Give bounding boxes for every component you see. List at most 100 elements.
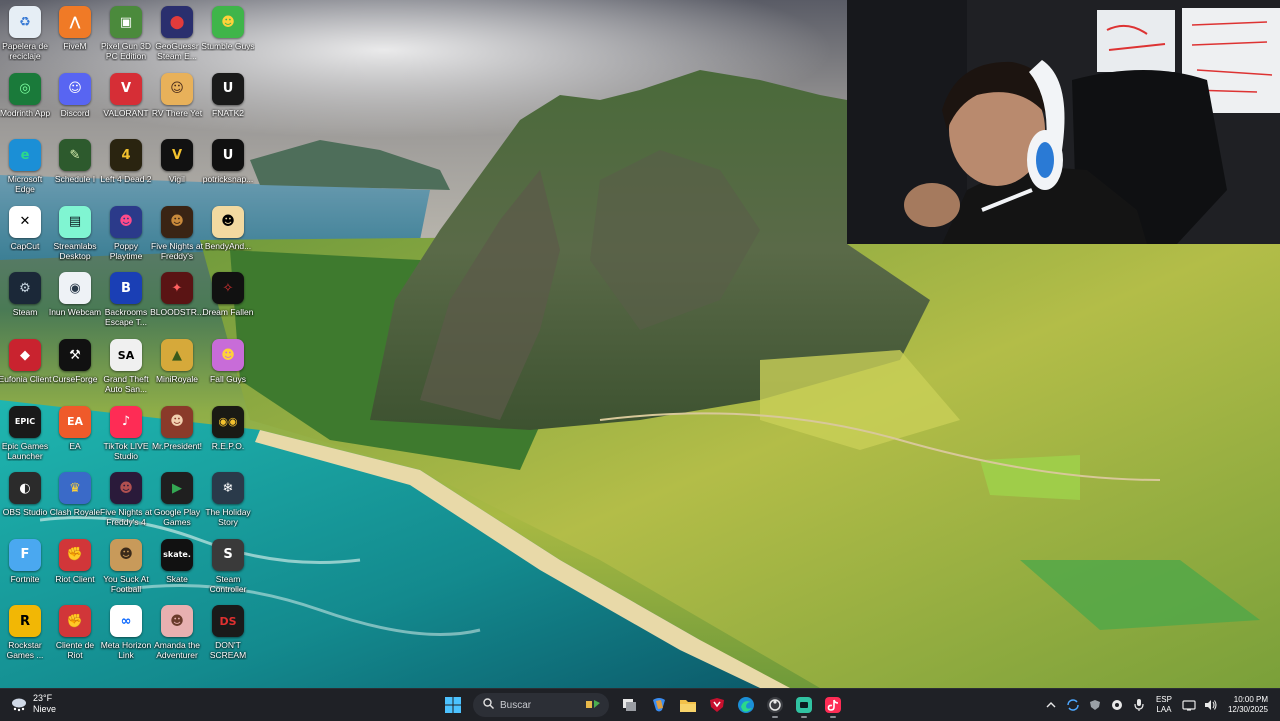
desktop-shortcut[interactable]: SA Grand Theft Auto San... <box>101 335 151 401</box>
desktop-shortcut[interactable]: ☺ Discord <box>50 69 100 135</box>
desktop-shortcut-label: CurseForge <box>52 374 98 384</box>
desktop-shortcut[interactable]: ⬤ GeoGuessr Steam E... <box>152 2 202 68</box>
obs-taskbar-button[interactable] <box>762 692 788 718</box>
desktop-shortcut-label: Backrooms Escape T... <box>104 307 148 328</box>
desktop-shortcut[interactable]: EPIC Epic Games Launcher <box>0 402 50 468</box>
desktop-shortcut[interactable]: ☻ Amanda the Adventurer <box>152 601 202 667</box>
discord-icon: ☺ <box>59 72 91 105</box>
desktop-shortcut[interactable]: skate. Skate <box>152 535 202 601</box>
desktop-shortcut[interactable]: ∞ Meta Horizon Link <box>101 601 151 667</box>
start-button[interactable] <box>440 692 466 718</box>
sync-icon[interactable] <box>1064 696 1082 714</box>
mcafee-button[interactable] <box>704 692 730 718</box>
desktop-shortcut[interactable]: ☻ Mr.President! <box>152 402 202 468</box>
chevron-up-icon[interactable] <box>1042 696 1060 714</box>
desktop-shortcut[interactable]: ☺ RV There Yet <box>152 69 202 135</box>
bloodstrike-icon: ✦ <box>161 272 193 305</box>
desktop-shortcut[interactable]: ◉ Inun Webcam <box>48 268 102 334</box>
desktop-shortcut[interactable]: ▤ Streamlabs Desktop <box>50 202 100 268</box>
volume-icon[interactable] <box>1202 696 1220 714</box>
weather-widget[interactable]: 23°F Nieve <box>10 693 56 715</box>
clock[interactable]: 10:00 PM 12/30/2025 <box>1228 695 1268 715</box>
copilot-button[interactable] <box>646 692 672 718</box>
system-tray: ESP LAA 10:00 PM 12/30/2025 <box>1040 692 1272 718</box>
desktop-shortcut-label: Steam <box>12 307 38 318</box>
desktop-shortcut-label: VALORANT <box>103 107 149 118</box>
bendy-icon: ☻ <box>212 205 244 238</box>
desktop-shortcut[interactable]: ✕ CapCut <box>0 202 50 268</box>
desktop-shortcut[interactable]: ✊ Riot Client <box>50 535 100 601</box>
desktop-shortcut-label: DON'T SCREAM <box>209 640 247 661</box>
desktop-shortcut[interactable]: ☻ Stumble Guys <box>201 2 255 68</box>
desktop-shortcut[interactable]: ◎ Modrinth App <box>0 69 50 135</box>
desktop-shortcut[interactable]: EA EA <box>50 402 100 468</box>
network-icon[interactable] <box>1180 696 1198 714</box>
desktop-shortcut[interactable]: ♪ TikTok LIVE Studio <box>101 402 151 468</box>
desktop-shortcut-label: potricksnap... <box>202 174 254 185</box>
tray-app-icon[interactable] <box>1108 696 1126 714</box>
microphone-icon[interactable] <box>1130 696 1148 714</box>
input-language-indicator[interactable]: ESP LAA <box>1156 695 1172 715</box>
desktop-shortcut-label: Inun Webcam <box>48 307 102 318</box>
desktop-shortcut[interactable]: ☻ Five Nights at Freddy's 4 <box>100 468 152 534</box>
desktop-shortcut-label: FNATK2 <box>212 107 244 118</box>
streamlabs-taskbar-button[interactable] <box>791 692 817 718</box>
desktop-shortcut[interactable]: ✧ Dream Fallen <box>202 268 254 334</box>
skate-icon: skate. <box>161 538 193 571</box>
edge-browser-icon <box>737 697 754 713</box>
file-explorer-button[interactable] <box>675 692 701 718</box>
desktop-shortcut-label: Steam Controller <box>209 573 247 594</box>
desktop-shortcut[interactable]: ◉◉ R.E.P.O. <box>203 402 253 468</box>
desktop-shortcut[interactable]: 4 Left 4 Dead 2 <box>100 135 152 201</box>
fall-guys-icon: ☻ <box>212 339 244 371</box>
desktop-shortcut[interactable]: V Vigil <box>152 135 202 201</box>
desktop-shortcut[interactable]: ▣ Pixel Gun 3D PC Edition <box>101 2 151 68</box>
desktop-shortcut[interactable]: V VALORANT <box>101 69 151 135</box>
desktop-shortcut[interactable]: ♛ Clash Royale <box>50 468 100 534</box>
unreal-engine-icon: U <box>212 139 244 172</box>
desktop-shortcut[interactable]: ❄ The Holiday Story <box>203 468 253 534</box>
desktop-shortcut-label: Clash Royale <box>49 507 101 518</box>
desktop-shortcut[interactable]: Upotricksnap... <box>203 135 253 201</box>
webcam-icon: ◉ <box>59 272 91 305</box>
desktop-shortcut-label: OBS Studio <box>2 507 48 518</box>
desktop-shortcut[interactable]: ◐ OBS Studio <box>0 468 50 534</box>
mcafee-tray-icon[interactable] <box>1086 696 1104 714</box>
fortnite-icon: F <box>9 538 41 571</box>
running-indicator <box>829 716 836 718</box>
desktop-shortcut[interactable]: S Steam Controller <box>203 535 253 601</box>
desktop-shortcut-label: Dream Fallen <box>202 307 254 318</box>
desktop-shortcut[interactable]: ☻ Fall Guys <box>203 335 253 401</box>
desktop-shortcut[interactable]: ◆ Eufonia Client <box>0 335 51 401</box>
desktop-shortcut[interactable]: R Rockstar Games ... <box>0 601 50 667</box>
desktop-shortcut[interactable]: e Microsoft Edge <box>0 135 50 201</box>
desktop-shortcut[interactable]: ⋀ FiveM <box>50 2 100 68</box>
desktop-shortcut[interactable]: ▲ MiniRoyale <box>152 335 202 401</box>
edge-taskbar-button[interactable] <box>733 692 759 718</box>
desktop-shortcut[interactable]: ✎ Schedule I <box>50 135 100 201</box>
gta-sa-icon: SA <box>110 339 142 371</box>
desktop-shortcut[interactable]: ▶ Google Play Games <box>152 468 202 534</box>
desktop-shortcut[interactable]: F Fortnite <box>0 535 50 601</box>
desktop-shortcut[interactable]: ☻ BendyAnd... <box>203 202 253 268</box>
desktop-shortcut[interactable]: ☻ Five Nights at Freddy's <box>151 202 203 268</box>
task-view-button[interactable] <box>617 692 643 718</box>
unreal-icon: U <box>212 72 244 105</box>
desktop-shortcut[interactable]: ✦ BLOODSTR... <box>150 268 204 334</box>
desktop-shortcut[interactable]: ♻ Papelera de reciclaje <box>0 2 50 68</box>
desktop-shortcut[interactable]: B Backrooms Escape T... <box>101 268 151 334</box>
taskbar-center: Buscar <box>438 692 847 718</box>
taskbar-search-box[interactable]: Buscar <box>473 693 609 717</box>
desktop-shortcut[interactable]: U FNATK2 <box>203 69 253 135</box>
tiktok-taskbar-button[interactable] <box>820 692 846 718</box>
desktop-shortcut[interactable]: DS DON'T SCREAM <box>203 601 253 667</box>
rv-there-yet-icon: ☺ <box>161 72 193 105</box>
obs-icon: ◐ <box>9 472 41 505</box>
desktop-shortcut[interactable]: ⚒ CurseForge <box>50 335 100 401</box>
desktop-shortcut[interactable]: ⚙ Steam <box>0 268 50 334</box>
desktop-shortcut-label: Amanda the Adventurer <box>154 640 200 661</box>
desktop-shortcut[interactable]: ✊ Cliente de Riot <box>50 601 100 667</box>
desktop-shortcut[interactable]: ☻ Poppy Playtime <box>101 202 151 268</box>
pixel-gun-icon: ▣ <box>110 6 142 38</box>
desktop-shortcut[interactable]: ☻ You Suck At Football <box>101 535 151 601</box>
